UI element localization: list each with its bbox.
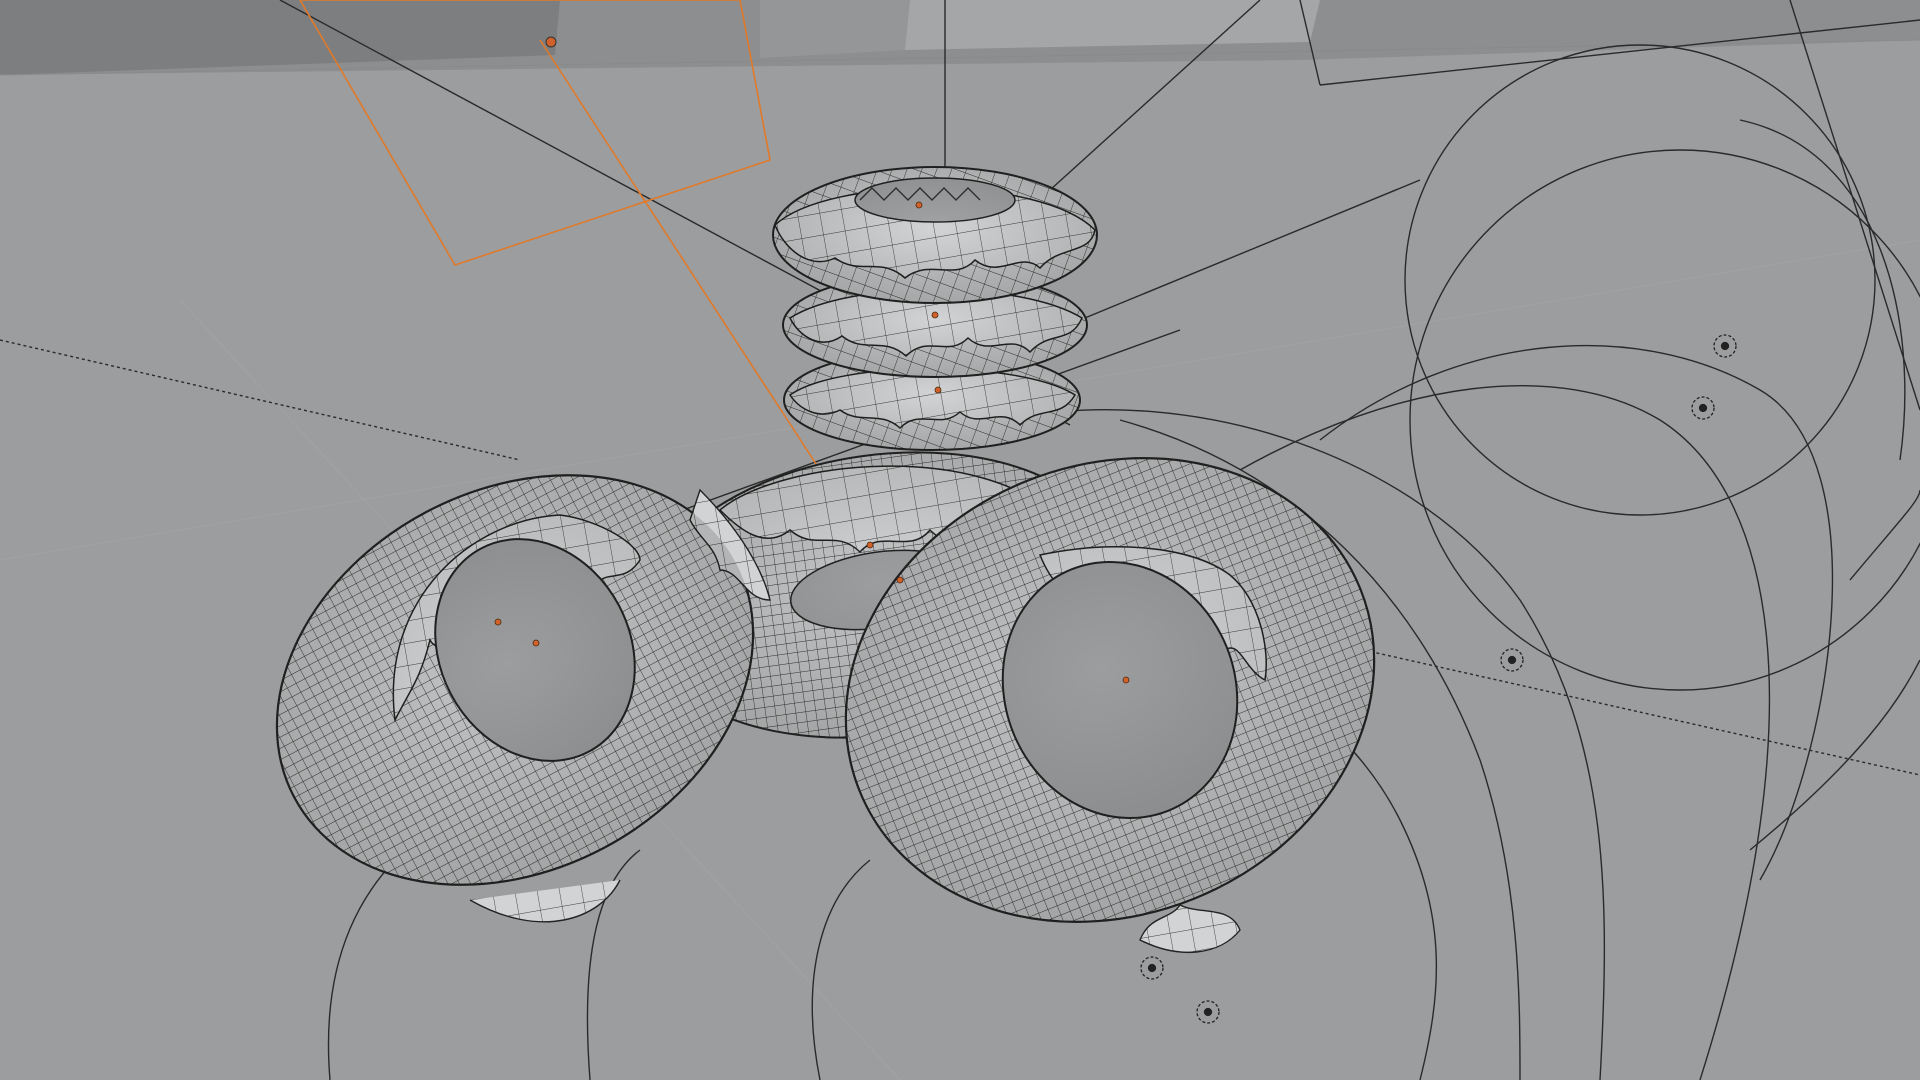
- viewport-canvas[interactable]: [0, 0, 1920, 1080]
- donut-stack-top: [772, 166, 1098, 304]
- donut-stack[interactable]: [772, 166, 1098, 451]
- 3d-viewport[interactable]: [0, 0, 1920, 1080]
